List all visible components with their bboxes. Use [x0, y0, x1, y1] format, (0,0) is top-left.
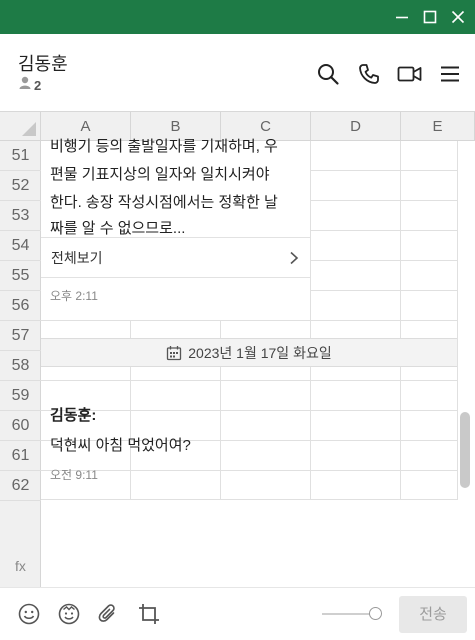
message-line: 비행기 등의 출발일자를 기재하며, 우 [50, 138, 278, 155]
date-divider: 2023년 1월 17일 화요일 [41, 338, 457, 367]
message-line: 편물 기표지상의 일자와 일치시켜야 [50, 166, 270, 183]
message-time: 오후 2:11 [50, 289, 98, 303]
view-all-link[interactable]: 전체보기 [51, 248, 103, 268]
row-header[interactable]: 60 [0, 411, 41, 441]
row-header[interactable]: 61 [0, 441, 41, 471]
send-button[interactable]: 전송 [399, 596, 467, 633]
chevron-right-icon[interactable] [289, 251, 299, 270]
window-titlebar [0, 0, 475, 34]
emoji-icon[interactable] [17, 602, 41, 626]
attach-icon[interactable] [96, 602, 120, 626]
bubble-divider [41, 277, 310, 278]
message-text[interactable]: 덕현씨 아침 먹었어여? [50, 434, 191, 455]
row-gutter: 51 52 53 54 55 56 57 58 59 60 61 62 fx [0, 141, 41, 587]
long-message-bubble[interactable]: 비행기 등의 출발일자를 기재하며, 우 편물 기표지상의 일자와 일치시켜야 … [41, 138, 310, 320]
video-call-icon[interactable] [397, 62, 422, 86]
bubble-divider [41, 237, 310, 238]
formula-label: fx [15, 558, 26, 574]
column-header-d[interactable]: D [311, 112, 401, 141]
date-text: 2023년 1월 17일 화요일 [188, 344, 332, 361]
column-header-e[interactable]: E [401, 112, 475, 141]
chat-title[interactable]: 김동훈 [18, 50, 68, 76]
row-header[interactable]: 59 [0, 381, 41, 411]
row-header[interactable]: 57 [0, 321, 41, 351]
member-count: 2 [34, 77, 42, 93]
chat-sheet: A B C D E 51 52 53 54 55 56 57 58 59 60 … [0, 111, 475, 587]
calendar-icon [167, 345, 182, 360]
row-header[interactable]: 62 [0, 471, 41, 501]
opacity-slider-track[interactable] [322, 613, 374, 615]
scrollbar-thumb[interactable] [460, 412, 470, 488]
opacity-slider-knob[interactable] [369, 607, 382, 620]
row-header[interactable]: 58 [0, 351, 41, 381]
select-all-corner[interactable] [0, 112, 41, 141]
person-icon [19, 76, 31, 94]
maximize-icon[interactable] [422, 9, 438, 25]
row-header[interactable]: 53 [0, 201, 41, 231]
message-line: 짜를 알 수 없으므로... [50, 220, 186, 237]
emoticon-icon[interactable] [57, 602, 81, 626]
minimize-icon[interactable] [394, 9, 410, 25]
crop-icon[interactable] [137, 602, 161, 626]
phone-icon[interactable] [357, 62, 381, 86]
member-count-row[interactable]: 2 [19, 76, 42, 94]
row-header[interactable]: 55 [0, 261, 41, 291]
sender-name[interactable]: 김동훈: [50, 404, 96, 425]
row-header[interactable]: 51 [0, 141, 41, 171]
message-time: 오전 9:11 [50, 468, 98, 482]
row-header[interactable]: 56 [0, 291, 41, 321]
input-toolbar: 전송 [0, 587, 475, 640]
close-icon[interactable] [450, 9, 466, 25]
search-icon[interactable] [316, 62, 340, 86]
chat-header: 김동훈 2 [0, 34, 475, 111]
row-header[interactable]: 52 [0, 171, 41, 201]
menu-icon[interactable] [438, 62, 462, 86]
row-header[interactable]: 54 [0, 231, 41, 261]
